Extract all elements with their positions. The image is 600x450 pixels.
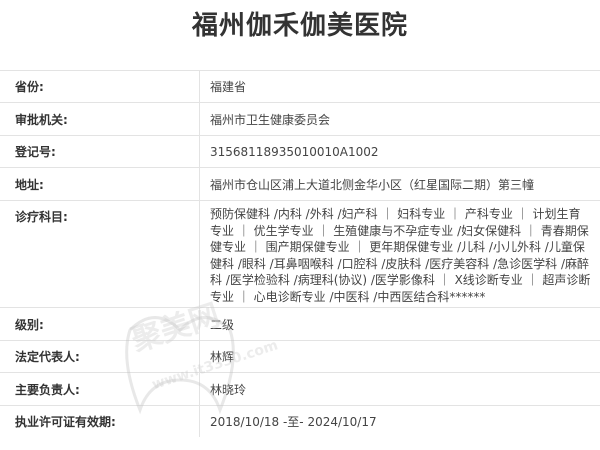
level-label: 级别:	[0, 308, 200, 340]
registration-number-value: 31568118935010010A1002	[210, 144, 379, 159]
departments-value: 预防保健科 /内科 /外科 /妇产科 ｜ 妇科专业 ｜ 产科专业 ｜ 计划生育专…	[210, 207, 591, 304]
province-value: 福建省	[210, 80, 247, 94]
row-license-validity: 执业许可证有效期: 2018/10/18 -至- 2024/10/17	[0, 405, 600, 437]
row-province: 省份: 福建省	[0, 70, 600, 102]
row-legal-representative: 法定代表人: 林辉	[0, 340, 600, 372]
legal-representative-label: 法定代表人:	[0, 341, 200, 372]
hospital-info-table: 省份: 福建省 审批机关: 福州市卫生健康委员会 登记号: 3156811893…	[0, 70, 600, 437]
registration-number-label: 登记号:	[0, 136, 200, 167]
level-value: 二级	[210, 317, 235, 332]
address-value: 福州市仓山区浦上大道北侧金华小区（红星国际二期）第三幢	[210, 177, 535, 192]
row-approval-authority: 审批机关: 福州市卫生健康委员会	[0, 102, 600, 135]
hospital-info-page: 福州伽禾伽美医院 省份: 福建省 审批机关: 福州市卫生健康委员会 登记号: 3…	[0, 0, 600, 450]
approval-authority-value: 福州市卫生健康委员会	[210, 112, 331, 127]
principal-label: 主要负责人:	[0, 373, 200, 405]
row-level: 级别: 二级	[0, 307, 600, 340]
row-registration-number: 登记号: 31568118935010010A1002	[0, 135, 600, 167]
address-label: 地址:	[0, 168, 200, 200]
page-title: 福州伽禾伽美医院	[191, 11, 408, 41]
row-departments: 诊疗科目: 预防保健科 /内科 /外科 /妇产科 ｜ 妇科专业 ｜ 产科专业 ｜…	[0, 200, 600, 307]
license-validity-label: 执业许可证有效期:	[0, 406, 200, 437]
principal-value: 林晓玲	[210, 382, 247, 397]
approval-authority-label: 审批机关:	[0, 103, 200, 135]
row-address: 地址: 福州市仓山区浦上大道北侧金华小区（红星国际二期）第三幢	[0, 167, 600, 200]
license-validity-value: 2018/10/18 -至- 2024/10/17	[210, 415, 377, 429]
legal-representative-value: 林辉	[210, 350, 235, 364]
row-principal: 主要负责人: 林晓玲	[0, 372, 600, 405]
province-label: 省份:	[0, 71, 200, 102]
departments-label: 诊疗科目:	[0, 201, 200, 307]
